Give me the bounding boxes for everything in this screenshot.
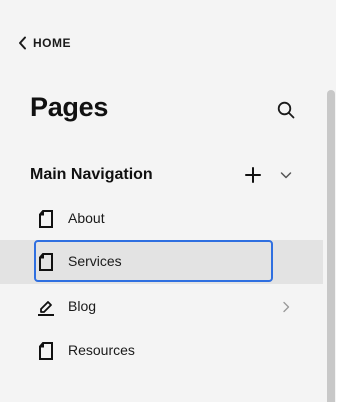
nav-item-label: About — [68, 210, 105, 226]
add-page-button[interactable] — [244, 166, 262, 184]
page-icon — [39, 253, 53, 271]
chevron-left-icon — [19, 36, 26, 50]
main-navigation-heading: Main Navigation — [30, 166, 153, 183]
blog-edit-icon — [38, 301, 54, 316]
panel-edge — [336, 0, 346, 402]
chevron-right-icon[interactable] — [281, 300, 291, 314]
nav-item-label: Services — [68, 253, 122, 269]
search-icon[interactable] — [276, 100, 296, 120]
page-title: Pages — [30, 92, 109, 122]
nav-item-services[interactable]: Services — [0, 240, 323, 284]
nav-item-label: Blog — [68, 298, 97, 314]
back-link-label: HOME — [33, 36, 71, 50]
nav-item-label: Resources — [68, 342, 135, 358]
pages-panel: HOME Pages Main Navigation About Service… — [0, 0, 346, 402]
scrollbar-thumb[interactable] — [327, 90, 335, 402]
page-icon — [39, 210, 53, 228]
nav-item-blog[interactable]: Blog — [0, 285, 323, 329]
nav-item-about[interactable]: About — [0, 197, 323, 241]
page-icon — [39, 342, 53, 360]
nav-item-resources[interactable]: Resources — [0, 329, 323, 373]
chevron-down-icon[interactable] — [279, 168, 293, 182]
back-to-home-link[interactable]: HOME — [18, 34, 71, 52]
